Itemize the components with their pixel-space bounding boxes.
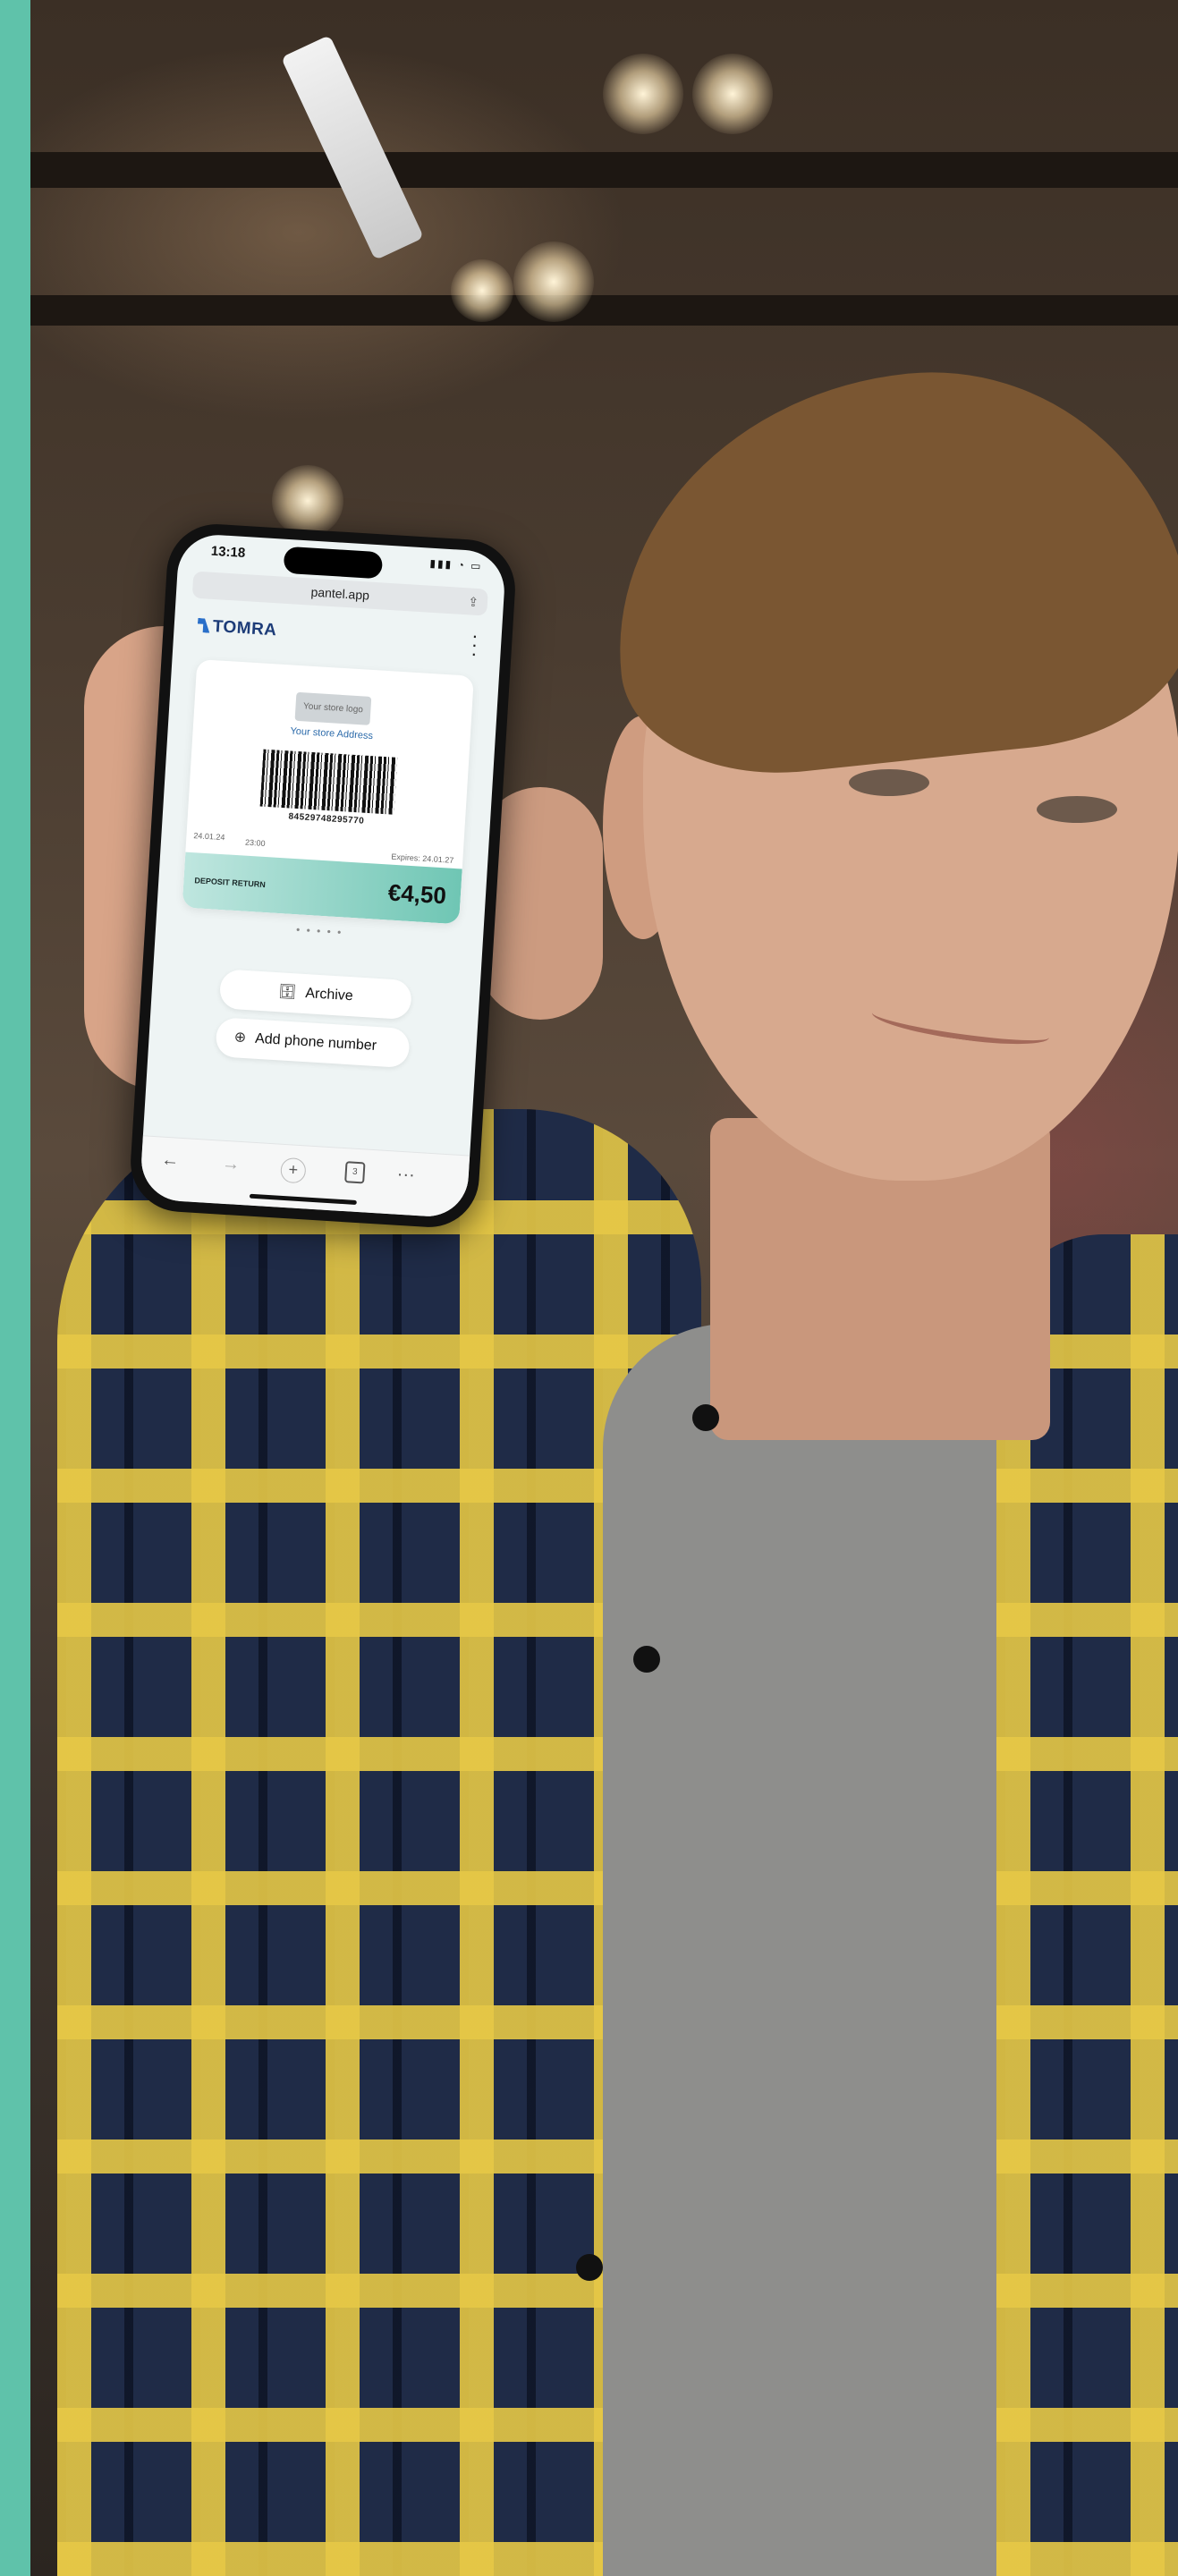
url-text: pantel.app bbox=[310, 584, 370, 603]
shirt-button bbox=[576, 2254, 603, 2281]
deposit-receipt-card[interactable]: Your store logo Your store Address 84529… bbox=[182, 658, 474, 925]
deposit-band: DEPOSIT RETURN €4,50 bbox=[182, 852, 462, 925]
plus-circle-icon: ⊕ bbox=[233, 1030, 247, 1046]
right-eye bbox=[1037, 796, 1117, 823]
phone-screen: 13:18 ▮▮▮ ◔ ▭ pantel.app ⇪ TOMRA · · · You… bbox=[139, 532, 507, 1219]
ceiling-light bbox=[603, 54, 683, 134]
ceiling-light bbox=[451, 259, 513, 322]
shirt-button bbox=[692, 1404, 719, 1431]
add-phone-label: Add phone number bbox=[254, 1030, 377, 1055]
deposit-amount: €4,50 bbox=[387, 878, 447, 910]
background-photo bbox=[30, 0, 1178, 2576]
ceiling-light bbox=[513, 242, 594, 322]
issued-time: 23:00 bbox=[244, 837, 266, 848]
browser-toolbar: ← → + 3 ··· bbox=[139, 1135, 470, 1219]
forward-arrow-icon[interactable]: → bbox=[221, 1154, 240, 1175]
ceiling-light bbox=[272, 465, 343, 537]
archive-button[interactable]: 🗄 Archive bbox=[218, 969, 413, 1021]
signal-wifi-battery-icon: ▮▮▮ ◔ ▭ bbox=[429, 556, 483, 573]
store-address: Your store Address bbox=[290, 725, 374, 742]
hair bbox=[593, 346, 1178, 790]
more-options-icon[interactable]: ··· bbox=[396, 1165, 415, 1186]
add-phone-number-button[interactable]: ⊕ Add phone number bbox=[215, 1017, 411, 1069]
status-time: 13:18 bbox=[210, 543, 246, 562]
teal-side-stripe bbox=[0, 0, 30, 2576]
shirt-button bbox=[633, 1646, 660, 1673]
tomra-logo: TOMRA bbox=[197, 616, 277, 640]
ceiling-beam bbox=[30, 295, 1178, 326]
share-icon[interactable]: ⇪ bbox=[467, 588, 479, 615]
tomra-logo-mark-icon bbox=[197, 618, 210, 633]
store-logo-placeholder: Your store logo bbox=[294, 691, 372, 725]
tabs-count-icon[interactable]: 3 bbox=[344, 1161, 366, 1184]
home-indicator bbox=[249, 1193, 357, 1205]
issued-date: 24.01.24 bbox=[193, 831, 225, 843]
brand-name: TOMRA bbox=[212, 616, 278, 640]
archive-box-icon: 🗄 bbox=[277, 984, 297, 1001]
kebab-menu-icon[interactable]: · · · bbox=[470, 624, 479, 665]
ceiling-beam bbox=[30, 152, 1178, 188]
expiry-date: Expires: 24.01.27 bbox=[391, 852, 454, 865]
barcode-image bbox=[259, 749, 398, 815]
ceiling-light bbox=[692, 54, 773, 134]
archive-label: Archive bbox=[304, 986, 354, 1004]
new-tab-icon[interactable]: + bbox=[279, 1157, 307, 1184]
deposit-label: DEPOSIT RETURN bbox=[194, 876, 267, 890]
dynamic-island bbox=[283, 546, 384, 580]
ceiling-lamp bbox=[280, 35, 425, 260]
left-eye bbox=[849, 769, 929, 796]
back-arrow-icon[interactable]: ← bbox=[161, 1150, 180, 1172]
smartphone: 13:18 ▮▮▮ ◔ ▭ pantel.app ⇪ TOMRA · · · You… bbox=[127, 521, 519, 1231]
